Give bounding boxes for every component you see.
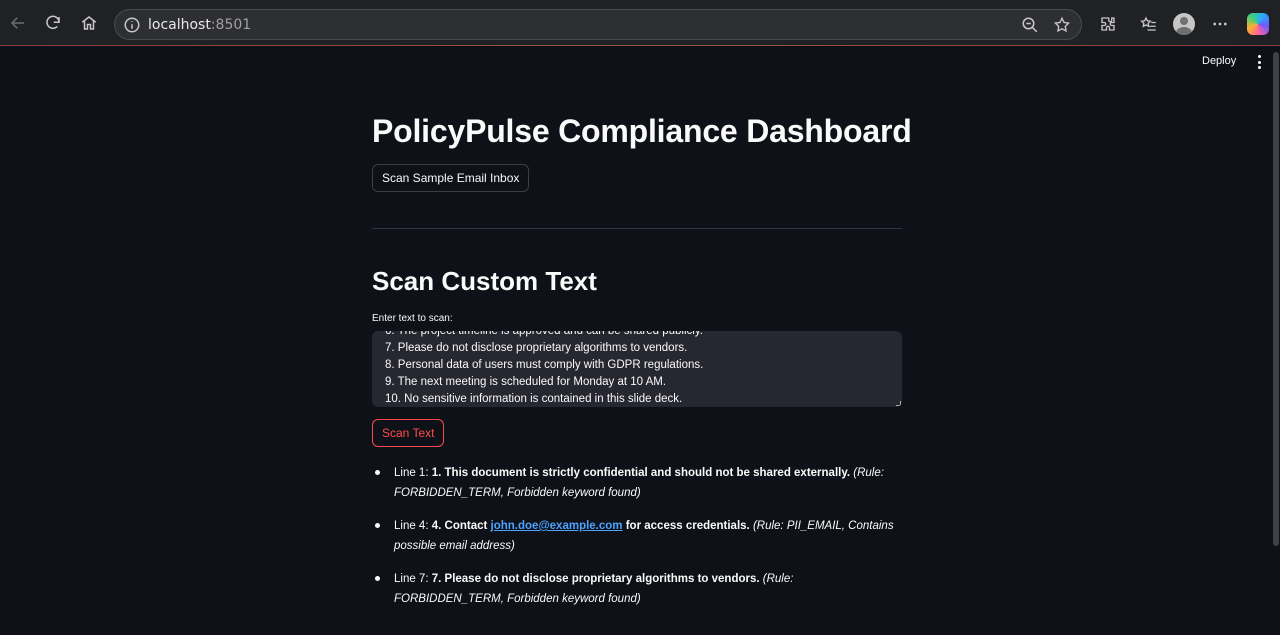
textarea-line: 6. The project timeline is approved and … bbox=[385, 331, 703, 337]
scan-text-button[interactable]: Scan Text bbox=[372, 419, 445, 447]
site-info-icon[interactable] bbox=[123, 16, 141, 34]
favorite-star-icon[interactable] bbox=[1053, 16, 1071, 34]
page-title: PolicyPulse Compliance Dashboard bbox=[372, 113, 912, 149]
email-link[interactable]: john.doe@example.com bbox=[491, 520, 623, 532]
textarea-line: 9. The next meeting is scheduled for Mon… bbox=[385, 376, 667, 388]
result-line-prefix: Line 1: bbox=[394, 467, 432, 479]
more-options-icon[interactable] bbox=[1209, 13, 1231, 35]
deploy-button[interactable]: Deploy bbox=[1202, 55, 1236, 67]
scan-sample-inbox-button[interactable]: Scan Sample Email Inbox bbox=[372, 164, 530, 192]
page-scrollbar[interactable] bbox=[1272, 46, 1280, 635]
result-item: Line 7: 7. Please do not disclose propri… bbox=[372, 569, 902, 609]
textarea-label: Enter text to scan: bbox=[372, 313, 453, 324]
back-icon[interactable] bbox=[6, 11, 30, 35]
scan-text-input[interactable]: 6. The project timeline is approved and … bbox=[372, 331, 902, 407]
section-title: Scan Custom Text bbox=[372, 266, 597, 296]
textarea-line: 7. Please do not disclose proprietary al… bbox=[385, 342, 688, 354]
result-flagged-text: for access credentials. bbox=[622, 520, 750, 532]
textarea-line: 10. No sensitive information is containe… bbox=[385, 393, 683, 405]
scan-results-list: Line 1: 1. This document is strictly con… bbox=[372, 463, 902, 622]
result-line-prefix: Line 7: bbox=[394, 573, 432, 585]
result-flagged-text: 4. Contact bbox=[431, 520, 491, 532]
url-text: localhost:8501 bbox=[148, 17, 251, 33]
url-host: localhost bbox=[148, 17, 211, 33]
main-menu-icon[interactable] bbox=[1254, 55, 1264, 69]
zoom-out-icon[interactable] bbox=[1021, 16, 1039, 34]
result-line-prefix: Line 4: bbox=[394, 520, 432, 532]
result-item: Line 4: 4. Contact john.doe@example.com … bbox=[372, 516, 902, 556]
browser-toolbar: localhost:8501 bbox=[0, 0, 1280, 46]
result-item: Line 1: 1. This document is strictly con… bbox=[372, 463, 902, 503]
favorites-list-icon[interactable] bbox=[1138, 13, 1160, 35]
copilot-icon[interactable] bbox=[1247, 13, 1269, 35]
result-flagged-text: 7. Please do not disclose proprietary al… bbox=[431, 573, 760, 585]
section-divider bbox=[372, 228, 902, 229]
textarea-line: 8. Personal data of users must comply wi… bbox=[385, 359, 704, 371]
profile-avatar-icon[interactable] bbox=[1173, 13, 1195, 35]
url-port: :8501 bbox=[210, 17, 252, 33]
reload-icon[interactable] bbox=[41, 11, 65, 35]
scrollbar-thumb[interactable] bbox=[1273, 52, 1279, 546]
address-bar[interactable]: localhost:8501 bbox=[114, 9, 1082, 40]
result-flagged-text: 1. This document is strictly confidentia… bbox=[431, 467, 851, 479]
extensions-icon[interactable] bbox=[1097, 13, 1119, 35]
resize-handle[interactable] bbox=[896, 401, 901, 406]
home-icon[interactable] bbox=[77, 11, 101, 35]
